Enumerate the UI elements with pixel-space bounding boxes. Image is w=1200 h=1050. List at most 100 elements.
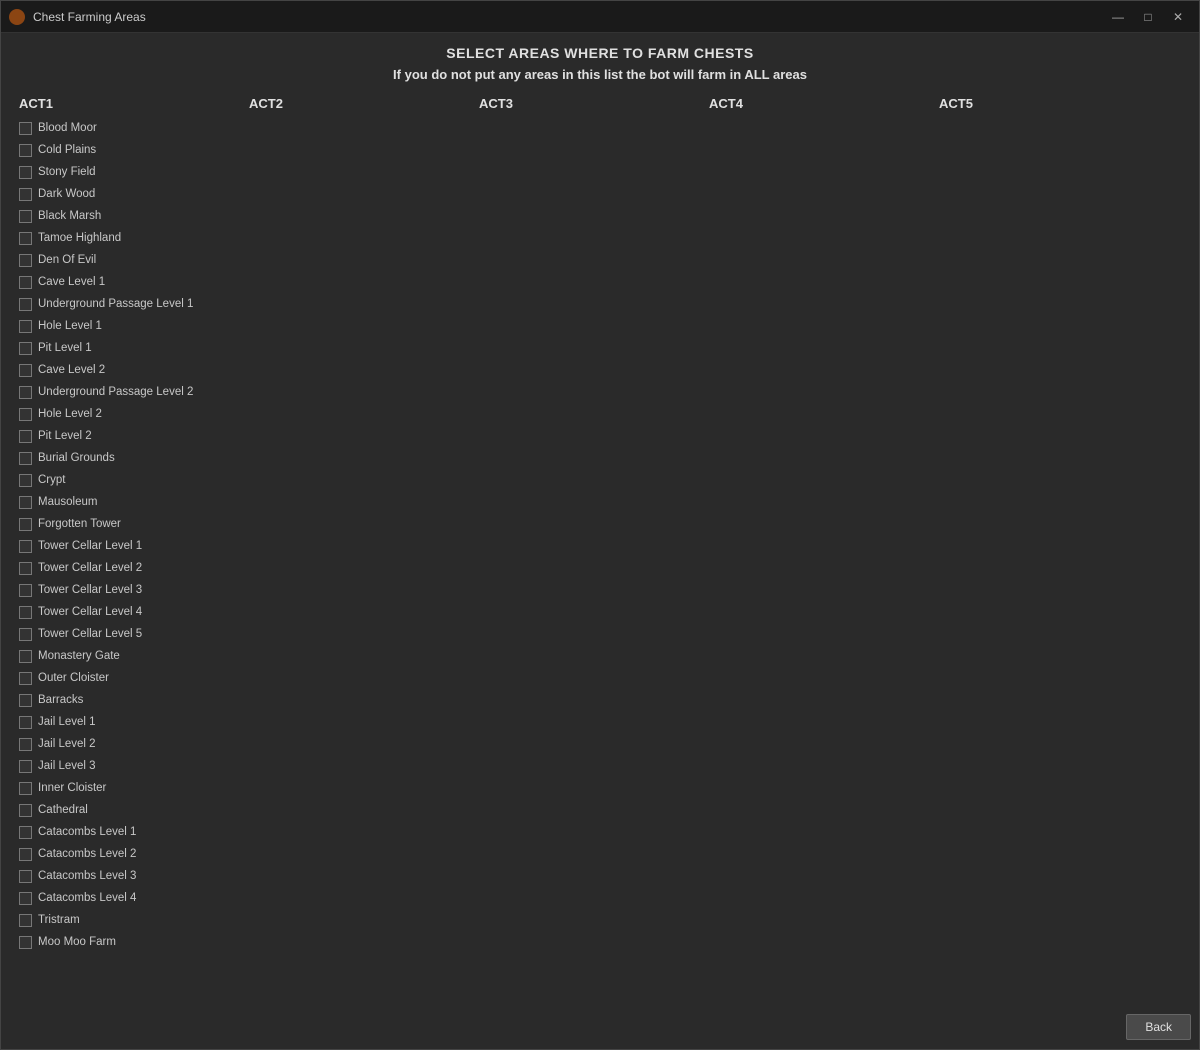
close-button[interactable]: ✕ bbox=[1165, 8, 1191, 26]
list-item[interactable]: Crypt bbox=[17, 469, 247, 491]
area-checkbox[interactable] bbox=[19, 188, 32, 201]
area-checkbox[interactable] bbox=[19, 364, 32, 377]
area-checkbox[interactable] bbox=[19, 650, 32, 663]
list-item[interactable]: Blood Moor bbox=[17, 117, 247, 139]
list-item[interactable]: Black Marsh bbox=[17, 205, 247, 227]
list-item[interactable]: Inner Cloister bbox=[17, 777, 247, 799]
area-label: Burial Grounds bbox=[38, 452, 115, 464]
list-item[interactable]: Tower Cellar Level 4 bbox=[17, 601, 247, 623]
area-checkbox[interactable] bbox=[19, 716, 32, 729]
area-checkbox[interactable] bbox=[19, 342, 32, 355]
list-item[interactable]: Monastery Gate bbox=[17, 645, 247, 667]
area-label: Dark Wood bbox=[38, 188, 95, 200]
list-item[interactable]: Hole Level 1 bbox=[17, 315, 247, 337]
area-label: Forgotten Tower bbox=[38, 518, 121, 530]
area-label: Stony Field bbox=[38, 166, 96, 178]
area-checkbox[interactable] bbox=[19, 254, 32, 267]
back-button[interactable]: Back bbox=[1126, 1014, 1191, 1040]
area-checkbox[interactable] bbox=[19, 694, 32, 707]
area-label: Underground Passage Level 2 bbox=[38, 386, 193, 398]
list-item[interactable]: Jail Level 3 bbox=[17, 755, 247, 777]
area-label: Tristram bbox=[38, 914, 80, 926]
maximize-button[interactable]: □ bbox=[1135, 8, 1161, 26]
list-item[interactable]: Cold Plains bbox=[17, 139, 247, 161]
area-checkbox[interactable] bbox=[19, 210, 32, 223]
list-item[interactable]: Jail Level 2 bbox=[17, 733, 247, 755]
area-checkbox[interactable] bbox=[19, 430, 32, 443]
list-item[interactable]: Outer Cloister bbox=[17, 667, 247, 689]
list-item[interactable]: Hole Level 2 bbox=[17, 403, 247, 425]
areas-scroll[interactable]: Blood Moor Cold Plains Stony Field Dark Woo… bbox=[17, 117, 1183, 1005]
area-checkbox[interactable] bbox=[19, 452, 32, 465]
area-label: Blood Moor bbox=[38, 122, 97, 134]
area-checkbox[interactable] bbox=[19, 826, 32, 839]
list-item[interactable]: Tower Cellar Level 5 bbox=[17, 623, 247, 645]
list-item[interactable]: Mausoleum bbox=[17, 491, 247, 513]
list-item[interactable]: Stony Field bbox=[17, 161, 247, 183]
area-checkbox[interactable] bbox=[19, 870, 32, 883]
list-item[interactable]: Cathedral bbox=[17, 799, 247, 821]
area-checkbox[interactable] bbox=[19, 584, 32, 597]
area-label: Mausoleum bbox=[38, 496, 97, 508]
area-checkbox[interactable] bbox=[19, 276, 32, 289]
area-label: Tower Cellar Level 5 bbox=[38, 628, 142, 640]
area-checkbox[interactable] bbox=[19, 122, 32, 135]
list-item[interactable]: Forgotten Tower bbox=[17, 513, 247, 535]
area-checkbox[interactable] bbox=[19, 804, 32, 817]
area-checkbox[interactable] bbox=[19, 386, 32, 399]
list-item[interactable]: Jail Level 1 bbox=[17, 711, 247, 733]
area-checkbox[interactable] bbox=[19, 760, 32, 773]
area-checkbox[interactable] bbox=[19, 848, 32, 861]
act5-column bbox=[937, 117, 1167, 953]
list-item[interactable]: Catacombs Level 2 bbox=[17, 843, 247, 865]
list-item[interactable]: Underground Passage Level 1 bbox=[17, 293, 247, 315]
list-item[interactable]: Den Of Evil bbox=[17, 249, 247, 271]
area-label: Cold Plains bbox=[38, 144, 96, 156]
area-checkbox[interactable] bbox=[19, 166, 32, 179]
area-label: Jail Level 3 bbox=[38, 760, 96, 772]
area-checkbox[interactable] bbox=[19, 474, 32, 487]
area-checkbox[interactable] bbox=[19, 606, 32, 619]
list-item[interactable]: Dark Wood bbox=[17, 183, 247, 205]
area-label: Catacombs Level 2 bbox=[38, 848, 136, 860]
list-item[interactable]: Tower Cellar Level 3 bbox=[17, 579, 247, 601]
list-item[interactable]: Catacombs Level 1 bbox=[17, 821, 247, 843]
area-checkbox[interactable] bbox=[19, 562, 32, 575]
area-checkbox[interactable] bbox=[19, 540, 32, 553]
list-item[interactable]: Barracks bbox=[17, 689, 247, 711]
list-item[interactable]: Tristram bbox=[17, 909, 247, 931]
area-checkbox[interactable] bbox=[19, 936, 32, 949]
area-checkbox[interactable] bbox=[19, 914, 32, 927]
act4-column bbox=[707, 117, 937, 953]
area-checkbox[interactable] bbox=[19, 320, 32, 333]
area-checkbox[interactable] bbox=[19, 408, 32, 421]
list-item[interactable]: Cave Level 1 bbox=[17, 271, 247, 293]
list-item[interactable]: Tower Cellar Level 2 bbox=[17, 557, 247, 579]
list-item[interactable]: Catacombs Level 4 bbox=[17, 887, 247, 909]
minimize-button[interactable]: — bbox=[1105, 8, 1131, 26]
list-item[interactable]: Burial Grounds bbox=[17, 447, 247, 469]
area-checkbox[interactable] bbox=[19, 628, 32, 641]
area-checkbox[interactable] bbox=[19, 738, 32, 751]
list-item[interactable]: Tamoe Highland bbox=[17, 227, 247, 249]
list-item[interactable]: Pit Level 1 bbox=[17, 337, 247, 359]
area-checkbox[interactable] bbox=[19, 232, 32, 245]
list-item[interactable]: Cave Level 2 bbox=[17, 359, 247, 381]
area-checkbox[interactable] bbox=[19, 672, 32, 685]
area-checkbox[interactable] bbox=[19, 496, 32, 509]
area-checkbox[interactable] bbox=[19, 892, 32, 905]
footer: Back bbox=[1, 1005, 1199, 1049]
list-item[interactable]: Pit Level 2 bbox=[17, 425, 247, 447]
area-label: Hole Level 2 bbox=[38, 408, 102, 420]
areas-grid: Blood Moor Cold Plains Stony Field Dark Woo… bbox=[17, 117, 1183, 953]
area-checkbox[interactable] bbox=[19, 782, 32, 795]
list-item[interactable]: Catacombs Level 3 bbox=[17, 865, 247, 887]
area-checkbox[interactable] bbox=[19, 298, 32, 311]
col-act4: ACT4 bbox=[707, 96, 937, 111]
area-checkbox[interactable] bbox=[19, 518, 32, 531]
list-item[interactable]: Underground Passage Level 2 bbox=[17, 381, 247, 403]
list-item[interactable]: Tower Cellar Level 1 bbox=[17, 535, 247, 557]
area-checkbox[interactable] bbox=[19, 144, 32, 157]
columns-header: ACT1 ACT2 ACT3 ACT4 ACT5 bbox=[17, 96, 1183, 111]
list-item[interactable]: Moo Moo Farm bbox=[17, 931, 247, 953]
